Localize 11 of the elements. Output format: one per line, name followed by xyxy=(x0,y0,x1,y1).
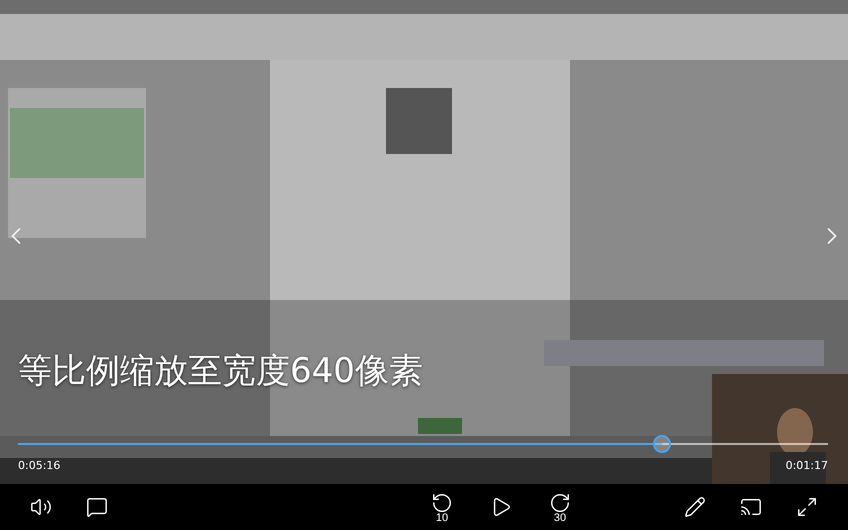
skip-forward-button[interactable]: 30 xyxy=(546,492,574,522)
caption: 等比例缩放至宽度640像素 xyxy=(18,350,423,393)
skip-back-button[interactable]: 10 xyxy=(428,492,456,522)
pencil-icon[interactable] xyxy=(684,496,706,518)
cast-icon[interactable] xyxy=(740,496,762,518)
remaining-time: 0:01:17 xyxy=(786,459,828,472)
fullscreen-icon[interactable] xyxy=(796,496,818,518)
subtitles-icon[interactable] xyxy=(86,496,108,518)
progress-thumb[interactable] xyxy=(652,435,671,453)
volume-icon[interactable] xyxy=(30,496,52,518)
elapsed-time: 0:05:16 xyxy=(18,459,60,472)
